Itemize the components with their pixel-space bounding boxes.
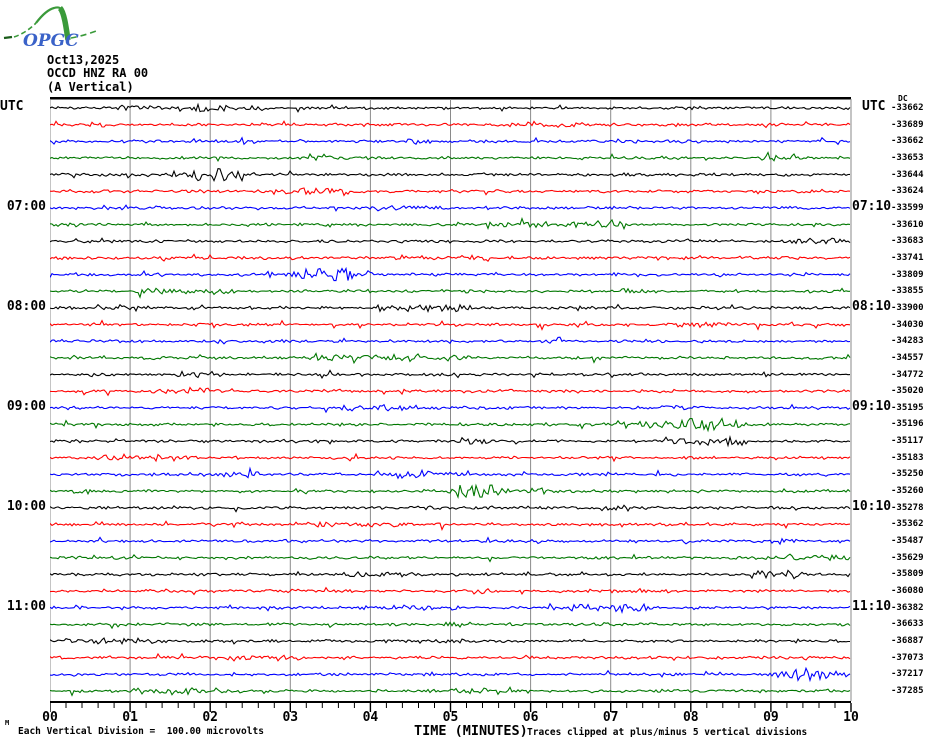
dc-offset-value: -35278 [891, 502, 924, 513]
dc-offset-value: -36633 [891, 619, 924, 630]
dc-offset-value: -33741 [891, 252, 924, 263]
dc-offset-value: -34772 [891, 369, 924, 380]
dc-offset-value: -33662 [891, 136, 924, 147]
x-tick-label: 07 [602, 710, 619, 725]
dc-offset-value: -33809 [891, 269, 924, 280]
x-tick-label: 08 [682, 710, 699, 725]
observatory-logo: OPGC [3, 6, 100, 50]
dc-offset-value: -37217 [891, 669, 924, 680]
utc-label-left: UTC [0, 99, 24, 114]
dc-offset-value: -36382 [891, 602, 924, 613]
x-tick-label: 09 [763, 710, 779, 725]
utc-label-right: UTC [862, 99, 886, 114]
dc-offset-value: -35183 [891, 452, 924, 463]
dc-offset-value: -35809 [891, 569, 924, 580]
dc-offset-value: -35629 [891, 552, 924, 563]
dc-offset-value: -33900 [891, 302, 924, 313]
dc-offset-value: -35487 [891, 536, 924, 547]
dc-offset-value: -34030 [891, 319, 924, 330]
clip-note: Traces clipped at plus/minus 5 vertical … [527, 727, 808, 738]
logo-text: OPGC [23, 31, 79, 50]
dc-offset-value: -35250 [891, 469, 924, 480]
x-tick-label: 03 [282, 710, 299, 725]
dc-offset-value: -37073 [891, 652, 924, 663]
dc-offset-value: -37285 [891, 685, 924, 696]
left-time-label: 08:00 [6, 298, 46, 314]
corner-mark: M [5, 719, 10, 727]
left-time-label: 10:00 [6, 498, 46, 514]
dc-offset-value: -36887 [891, 636, 924, 647]
x-tick-label: 10 [843, 710, 859, 725]
dc-offset-value: -33599 [891, 202, 924, 213]
webicorder-page: OPGC Oct13,2025 OCCD HNZ RA 00 (A Vertic… [0, 0, 930, 744]
left-time-label: 11:00 [6, 598, 46, 614]
dc-offset-value: -33624 [891, 186, 924, 197]
logo-dash-left [3, 35, 13, 40]
dc-offset-value: -35195 [891, 402, 924, 413]
logo-ridge [35, 6, 62, 24]
x-tick-label: 00 [42, 710, 58, 725]
x-tick-label: 02 [202, 710, 219, 725]
header-station: OCCD HNZ RA 00 [47, 66, 149, 80]
dc-offset-value: -33653 [891, 152, 924, 163]
dc-offset-value: -34283 [891, 336, 924, 347]
dc-offset-value: -33644 [891, 169, 924, 180]
left-time-label: 09:00 [6, 398, 46, 414]
dc-offset-value: -35117 [891, 436, 924, 447]
dc-offset-value: -33855 [891, 286, 924, 297]
dc-offset-value: -35362 [891, 519, 924, 530]
dc-offset-value: -33683 [891, 236, 924, 247]
x-axis-title: TIME (MINUTES) [414, 723, 528, 739]
dc-offset-value: -33662 [891, 103, 924, 113]
header-component: (A Vertical) [47, 80, 134, 94]
dc-offset-value: -34557 [891, 352, 924, 363]
dc-offset-value: -36080 [891, 586, 924, 597]
dc-offset-value: -33610 [891, 219, 924, 230]
left-time-label: 07:00 [6, 198, 46, 214]
dc-offset-value: -35260 [891, 486, 924, 497]
dc-offset-value: -33689 [891, 119, 924, 130]
dc-column-label: DC [898, 94, 908, 103]
dc-offset-value: -35020 [891, 386, 924, 397]
scale-note: Each Vertical Division = 100.00 microvol… [18, 726, 264, 737]
x-tick-label: 04 [362, 710, 379, 725]
seismogram-plot [50, 97, 852, 712]
dc-offset-value: -35196 [891, 419, 924, 430]
x-tick-label: 01 [122, 710, 138, 725]
